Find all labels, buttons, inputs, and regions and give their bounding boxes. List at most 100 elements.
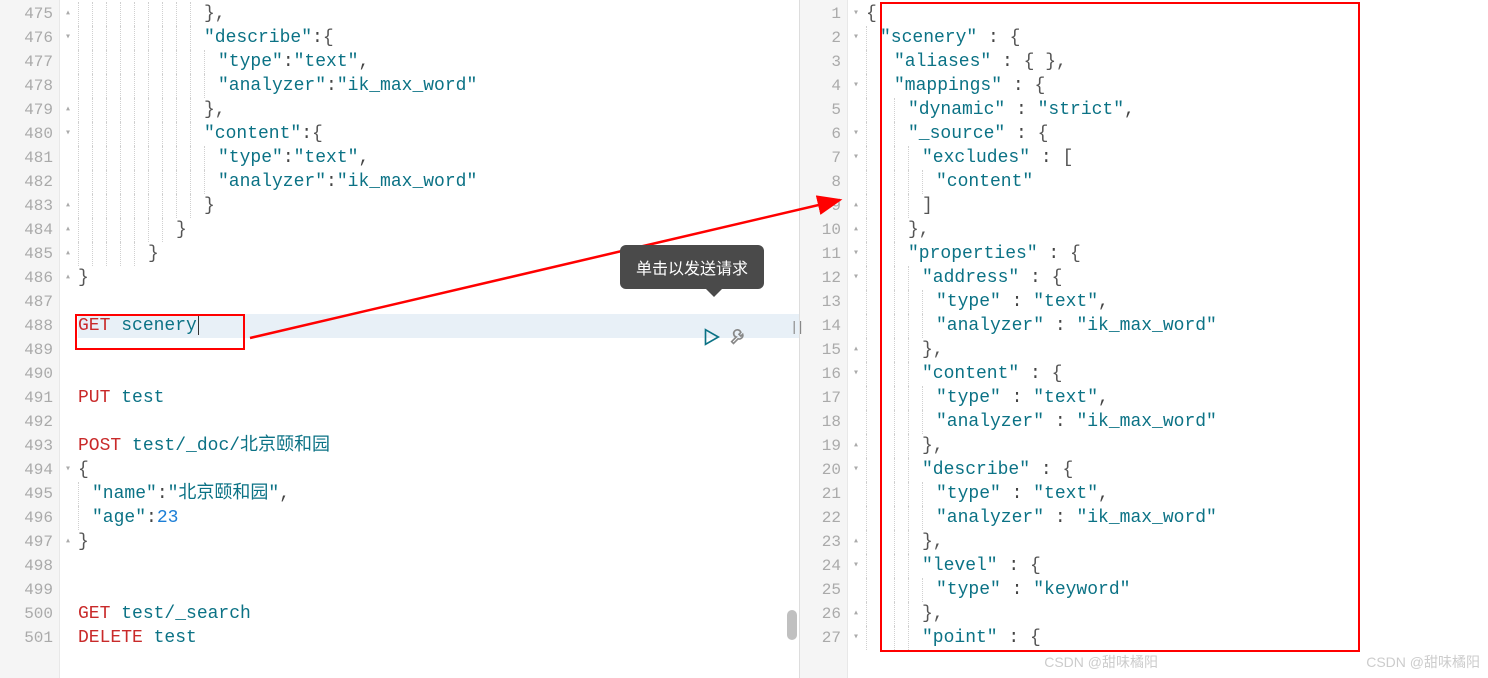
split-divider-handle[interactable]: || — [790, 320, 803, 336]
code-line[interactable]: "type" : "keyword" — [866, 578, 1488, 602]
line-number: 501 — [0, 626, 59, 650]
code-line[interactable]: "analyzer" : "ik_max_word" — [866, 314, 1488, 338]
code-line[interactable]: "analyzer" : "ik_max_word" — [866, 506, 1488, 530]
line-number: 492 — [0, 410, 59, 434]
code-line[interactable]: }, — [866, 434, 1488, 458]
code-line[interactable]: } — [78, 218, 799, 242]
line-number: 4 — [800, 74, 847, 98]
line-number: 25 — [800, 578, 847, 602]
code-line[interactable]: "type" : "text", — [866, 482, 1488, 506]
scrollbar-left[interactable] — [787, 610, 797, 640]
line-number: 476 — [0, 26, 59, 50]
line-number: 18 — [800, 410, 847, 434]
line-number: 484 — [0, 218, 59, 242]
code-line[interactable] — [78, 578, 799, 602]
code-line[interactable] — [78, 554, 799, 578]
code-line[interactable]: "content":{ — [78, 122, 799, 146]
code-line[interactable] — [78, 290, 799, 314]
line-number: 8 — [800, 170, 847, 194]
line-number: 482 — [0, 170, 59, 194]
code-line[interactable]: "analyzer":"ik_max_word" — [78, 74, 799, 98]
line-number: 26 — [800, 602, 847, 626]
code-line[interactable]: "address" : { — [866, 266, 1488, 290]
code-line[interactable]: POST test/_doc/北京颐和园 — [78, 434, 799, 458]
line-number: 477 — [0, 50, 59, 74]
code-line[interactable]: "name":"北京颐和园", — [78, 482, 799, 506]
code-line[interactable]: "describe":{ — [78, 26, 799, 50]
line-number: 475 — [0, 2, 59, 26]
line-number: 1 — [800, 2, 847, 26]
code-line[interactable]: "dynamic" : "strict", — [866, 98, 1488, 122]
code-line[interactable]: "aliases" : { }, — [866, 50, 1488, 74]
line-number: 493 — [0, 434, 59, 458]
code-line[interactable]: "describe" : { — [866, 458, 1488, 482]
request-editor-panel: 4754764774784794804814824834844854864874… — [0, 0, 800, 678]
code-line[interactable]: }, — [866, 218, 1488, 242]
code-line[interactable]: "content" : { — [866, 362, 1488, 386]
code-line[interactable]: { — [866, 2, 1488, 26]
line-number: 2 — [800, 26, 847, 50]
code-lines-left[interactable]: },"describe":{"type":"text","analyzer":"… — [60, 0, 799, 678]
line-number: 6 — [800, 122, 847, 146]
code-line[interactable]: "level" : { — [866, 554, 1488, 578]
code-line[interactable] — [78, 338, 799, 362]
code-line[interactable]: "excludes" : [ — [866, 146, 1488, 170]
code-line[interactable]: }, — [866, 530, 1488, 554]
code-line[interactable]: "content" — [866, 170, 1488, 194]
line-number: 11 — [800, 242, 847, 266]
code-line[interactable]: "properties" : { — [866, 242, 1488, 266]
code-line[interactable]: }, — [78, 98, 799, 122]
line-number: 13 — [800, 290, 847, 314]
code-line[interactable]: DELETE test — [78, 626, 799, 650]
code-line[interactable]: }, — [866, 602, 1488, 626]
line-number: 21 — [800, 482, 847, 506]
play-icon[interactable] — [700, 326, 722, 348]
code-line[interactable]: ] — [866, 194, 1488, 218]
code-line[interactable]: "type" : "text", — [866, 290, 1488, 314]
line-number: 14 — [800, 314, 847, 338]
line-number: 481 — [0, 146, 59, 170]
line-number: 498 — [0, 554, 59, 578]
line-number-gutter-left: 4754764774784794804814824834844854864874… — [0, 0, 60, 678]
code-line[interactable]: }, — [866, 338, 1488, 362]
line-number: 17 — [800, 386, 847, 410]
code-line[interactable]: } — [78, 530, 799, 554]
code-lines-right[interactable]: {"scenery" : {"aliases" : { },"mappings"… — [848, 0, 1488, 678]
send-request-tooltip: 单击以发送请求 — [620, 245, 764, 289]
code-line[interactable]: "_source" : { — [866, 122, 1488, 146]
line-number: 479 — [0, 98, 59, 122]
tooltip-text: 单击以发送请求 — [636, 261, 748, 278]
code-line[interactable] — [78, 410, 799, 434]
line-number-gutter-right: 1234567891011121314151617181920212223242… — [800, 0, 848, 678]
line-number: 491 — [0, 386, 59, 410]
code-line[interactable]: }, — [78, 2, 799, 26]
line-number: 496 — [0, 506, 59, 530]
line-number: 486 — [0, 266, 59, 290]
line-number: 19 — [800, 434, 847, 458]
code-line[interactable]: "scenery" : { — [866, 26, 1488, 50]
code-line[interactable]: { — [78, 458, 799, 482]
line-number: 7 — [800, 146, 847, 170]
line-number: 3 — [800, 50, 847, 74]
code-line[interactable]: "age":23 — [78, 506, 799, 530]
line-number: 23 — [800, 530, 847, 554]
line-number: 497 — [0, 530, 59, 554]
code-line[interactable]: GET test/_search — [78, 602, 799, 626]
code-line[interactable]: "type":"text", — [78, 146, 799, 170]
code-line[interactable]: } — [78, 194, 799, 218]
line-number: 495 — [0, 482, 59, 506]
code-line[interactable]: "analyzer" : "ik_max_word" — [866, 410, 1488, 434]
code-line[interactable]: "type":"text", — [78, 50, 799, 74]
wrench-icon[interactable] — [728, 326, 750, 348]
code-line[interactable] — [78, 362, 799, 386]
code-line[interactable]: "point" : { — [866, 626, 1488, 650]
code-line[interactable]: "mappings" : { — [866, 74, 1488, 98]
line-number: 24 — [800, 554, 847, 578]
code-line[interactable]: "type" : "text", — [866, 386, 1488, 410]
line-number: 22 — [800, 506, 847, 530]
line-number: 10 — [800, 218, 847, 242]
line-number: 483 — [0, 194, 59, 218]
code-line[interactable]: "analyzer":"ik_max_word" — [78, 170, 799, 194]
code-line[interactable]: GET scenery — [78, 314, 799, 338]
code-line[interactable]: PUT test — [78, 386, 799, 410]
